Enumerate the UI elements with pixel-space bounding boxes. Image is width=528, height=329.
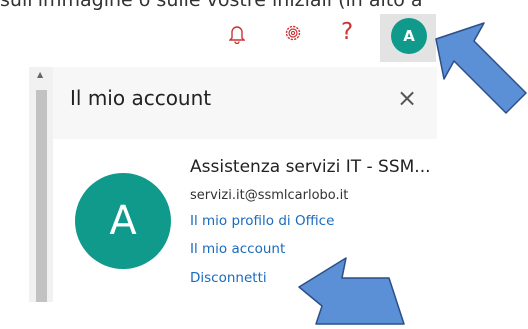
avatar: A [75,173,171,269]
panel-title: Il mio account [70,86,212,110]
account-name: Assistenza servizi IT - SSM... [190,157,431,177]
avatar-button[interactable]: A [391,18,427,54]
arrow-pointer-icon [435,22,527,114]
sign-out-link[interactable]: Disconnetti [190,270,267,286]
bell-icon[interactable] [229,24,245,44]
help-icon[interactable]: ? [341,19,353,45]
gear-icon[interactable] [283,23,303,43]
scrollbar-thumb[interactable] [36,90,47,302]
office-profile-link[interactable]: Il mio profilo di Office [190,213,334,229]
account-email: servizi.it@ssmlcarlobo.it [190,188,349,203]
my-account-link[interactable]: Il mio account [190,241,285,257]
instruction-caption: sull'immagine o sulle vostre iniziali (i… [0,0,423,11]
close-button[interactable]: × [393,80,421,116]
arrow-pointer-icon [298,257,405,325]
scroll-up-icon[interactable]: ▲ [37,70,43,79]
